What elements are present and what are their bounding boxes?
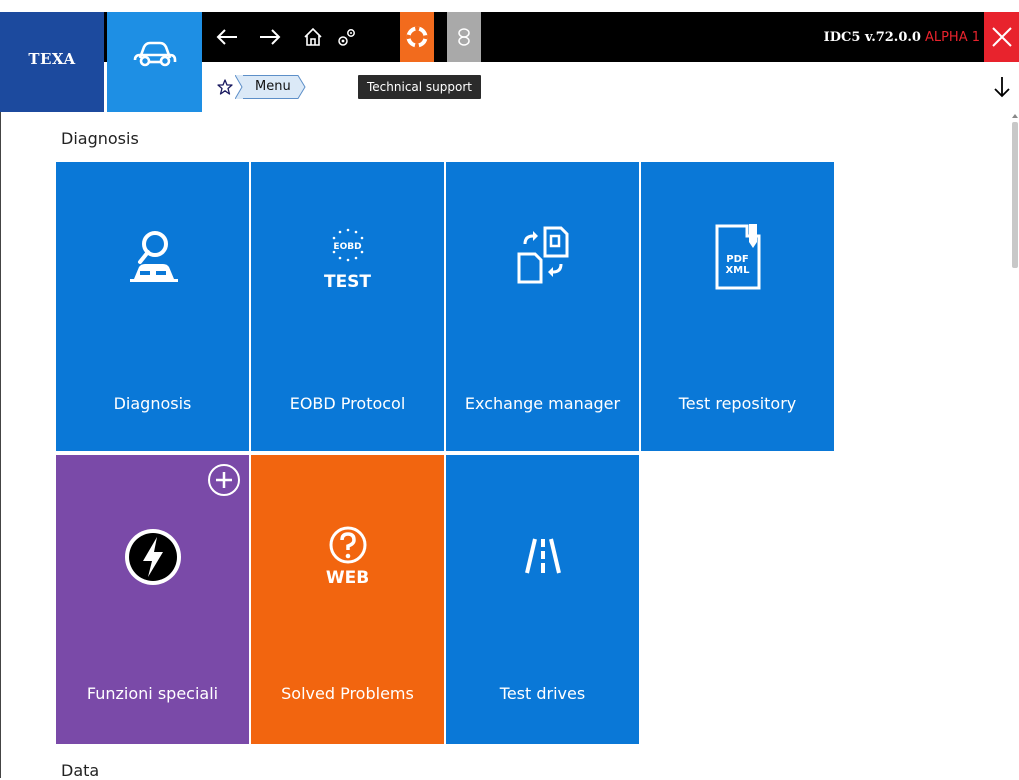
section-title-data: Data (61, 761, 100, 780)
tile-label: EOBD Protocol (289, 394, 406, 413)
forward-icon (260, 29, 281, 45)
tooltip: Technical support (358, 75, 481, 99)
forward-button[interactable] (253, 12, 287, 62)
version-label: IDC5 v.72.0.0 ALPHA 1 (770, 12, 980, 62)
lightning-icon (124, 529, 181, 585)
chevron-right-icon (296, 75, 306, 99)
tile-label: Funzioni speciali (86, 684, 219, 703)
technical-support-button[interactable] (400, 12, 434, 62)
exchange-icon (517, 226, 568, 284)
brand-name: TEXA (28, 50, 76, 68)
web-icon-text: WEB (325, 568, 370, 588)
scroll-up-arrow-icon[interactable] (1011, 112, 1019, 120)
tile-diagnosis[interactable]: Diagnosis (56, 162, 249, 451)
tile-label: Test drives (499, 684, 586, 703)
eobd-icon-text: EOBD (333, 242, 362, 252)
add-plus-icon[interactable] (207, 463, 241, 497)
breadcrumb-item-menu[interactable]: Menu (235, 75, 306, 99)
breadcrumb-label: Menu (243, 75, 297, 99)
tile-label: Exchange manager (464, 394, 621, 413)
tile-test-drives[interactable]: Test drives (446, 455, 639, 744)
arrow-down-icon (993, 77, 1010, 98)
chevron-left-icon (235, 75, 243, 99)
technical-support-icon (406, 26, 428, 48)
back-button[interactable] (210, 12, 244, 62)
scrollbar[interactable] (1010, 112, 1019, 778)
vehicle-button[interactable] (107, 12, 202, 112)
top-bar: TEXA IDC5 v.72.0.0 ALPHA 1 Menu (0, 0, 1019, 112)
link-button[interactable] (447, 12, 481, 62)
home-icon (304, 27, 322, 46)
scrollbar-thumb[interactable] (1012, 122, 1018, 268)
close-button[interactable] (984, 12, 1019, 62)
tile-eobd-protocol[interactable]: EOBD TEST EOBD Protocol (251, 162, 444, 451)
favorite-star-icon[interactable] (217, 79, 233, 95)
road-icon (524, 538, 561, 574)
xml-icon-text: XML (725, 265, 750, 276)
tile-solved-problems[interactable]: WEB Solved Problems (251, 455, 444, 744)
settings-icon (338, 29, 355, 46)
link-icon (458, 28, 470, 46)
tile-exchange-manager[interactable]: Exchange manager (446, 162, 639, 451)
back-icon (216, 29, 237, 45)
close-icon (991, 27, 1012, 47)
diagnosis-search-icon (129, 231, 178, 282)
section-title-diagnosis: Diagnosis (61, 129, 139, 148)
test-icon-text: TEST (323, 272, 372, 292)
pdf-icon-text: PDF (726, 254, 749, 265)
tile-label: Diagnosis (113, 394, 192, 413)
version-tag: ALPHA 1 (924, 29, 980, 45)
scroll-down-button[interactable] (984, 62, 1019, 112)
car-icon (133, 41, 176, 67)
breadcrumb: Menu (205, 62, 985, 112)
tile-test-repository[interactable]: PDF XML Test repository (641, 162, 834, 451)
help-web-icon (329, 526, 366, 564)
tile-label: Test repository (678, 394, 797, 413)
settings-button[interactable] (330, 12, 364, 62)
tile-label: Solved Problems (281, 684, 414, 703)
version-number: IDC5 v.72.0.0 (823, 29, 921, 45)
brand-logo: TEXA (0, 12, 104, 112)
home-button[interactable] (296, 12, 330, 62)
tile-funzioni-speciali[interactable]: Funzioni speciali (56, 455, 249, 744)
content-left-border (0, 112, 1, 778)
